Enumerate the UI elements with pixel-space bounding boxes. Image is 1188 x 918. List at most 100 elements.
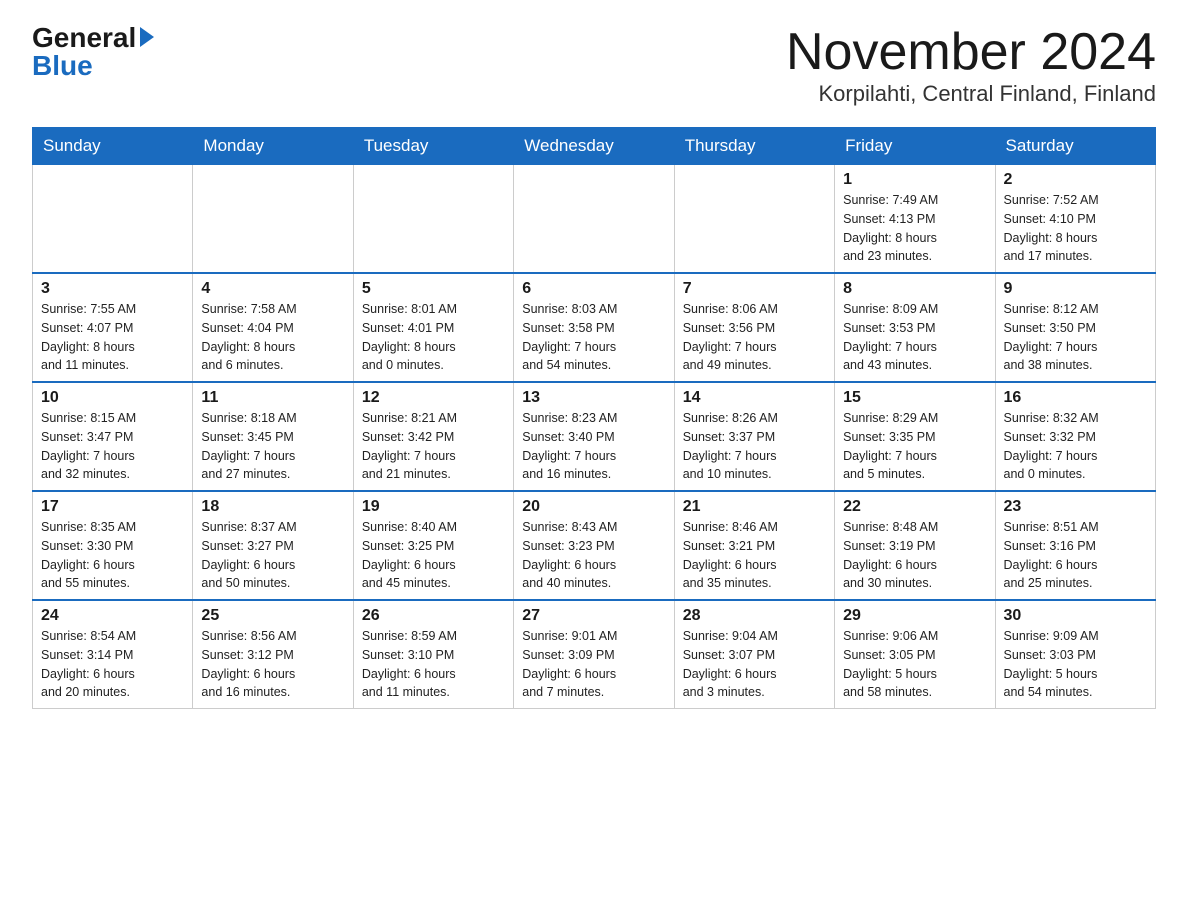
day-number: 18 [201, 498, 344, 516]
day-info: Sunrise: 7:58 AM Sunset: 4:04 PM Dayligh… [201, 300, 344, 375]
calendar-day-cell: 27 Sunrise: 9:01 AM Sunset: 3:09 PM Dayli… [514, 600, 674, 709]
logo-general-text: General [32, 24, 136, 52]
calendar-day-cell: 24Sunrise: 8:54 AM Sunset: 3:14 PM Dayli… [33, 600, 193, 709]
calendar-day-cell: 5 Sunrise: 8:01 AM Sunset: 4:01 PM Daylig… [353, 273, 513, 382]
day-info: Sunrise: 9:04 AM Sunset: 3:07 PM Dayligh… [683, 627, 826, 702]
calendar-day-cell: 17Sunrise: 8:35 AM Sunset: 3:30 PM Dayli… [33, 491, 193, 600]
day-info: Sunrise: 8:37 AM Sunset: 3:27 PM Dayligh… [201, 518, 344, 593]
calendar-day-cell: 20Sunrise: 8:43 AM Sunset: 3:23 PM Dayli… [514, 491, 674, 600]
weekday-header-thursday: Thursday [674, 128, 834, 165]
day-info: Sunrise: 9:01 AM Sunset: 3:09 PM Dayligh… [522, 627, 665, 702]
day-number: 6 [522, 280, 665, 298]
day-info: Sunrise: 8:15 AM Sunset: 3:47 PM Dayligh… [41, 409, 184, 484]
calendar-day-cell: 29 Sunrise: 9:06 AM Sunset: 3:05 PM Dayli… [835, 600, 995, 709]
title-section: November 2024 Korpilahti, Central Finlan… [786, 24, 1156, 107]
day-number: 28 [683, 607, 826, 625]
day-number: 24 [41, 607, 184, 625]
day-info: Sunrise: 8:32 AM Sunset: 3:32 PM Dayligh… [1004, 409, 1147, 484]
day-info: Sunrise: 8:06 AM Sunset: 3:56 PM Dayligh… [683, 300, 826, 375]
calendar-day-cell [193, 165, 353, 274]
day-info: Sunrise: 8:29 AM Sunset: 3:35 PM Dayligh… [843, 409, 986, 484]
calendar-day-cell [674, 165, 834, 274]
day-number: 12 [362, 389, 505, 407]
calendar-day-cell: 14Sunrise: 8:26 AM Sunset: 3:37 PM Dayli… [674, 382, 834, 491]
day-number: 22 [843, 498, 986, 516]
day-number: 19 [362, 498, 505, 516]
calendar-day-cell: 22 Sunrise: 8:48 AM Sunset: 3:19 PM Dayli… [835, 491, 995, 600]
calendar-day-cell: 9 Sunrise: 8:12 AM Sunset: 3:50 PM Daylig… [995, 273, 1155, 382]
day-info: Sunrise: 8:01 AM Sunset: 4:01 PM Dayligh… [362, 300, 505, 375]
day-number: 21 [683, 498, 826, 516]
calendar-day-cell [33, 165, 193, 274]
calendar-day-cell: 13Sunrise: 8:23 AM Sunset: 3:40 PM Dayli… [514, 382, 674, 491]
weekday-header-monday: Monday [193, 128, 353, 165]
day-info: Sunrise: 8:35 AM Sunset: 3:30 PM Dayligh… [41, 518, 184, 593]
day-number: 11 [201, 389, 344, 407]
day-number: 5 [362, 280, 505, 298]
day-info: Sunrise: 7:49 AM Sunset: 4:13 PM Dayligh… [843, 191, 986, 266]
calendar-week-row: 17Sunrise: 8:35 AM Sunset: 3:30 PM Dayli… [33, 491, 1156, 600]
calendar-day-cell: 11 Sunrise: 8:18 AM Sunset: 3:45 PM Dayli… [193, 382, 353, 491]
calendar-day-cell: 6 Sunrise: 8:03 AM Sunset: 3:58 PM Daylig… [514, 273, 674, 382]
weekday-header-row: SundayMondayTuesdayWednesdayThursdayFrid… [33, 128, 1156, 165]
day-number: 13 [522, 389, 665, 407]
day-number: 30 [1004, 607, 1147, 625]
day-info: Sunrise: 7:55 AM Sunset: 4:07 PM Dayligh… [41, 300, 184, 375]
day-info: Sunrise: 8:48 AM Sunset: 3:19 PM Dayligh… [843, 518, 986, 593]
calendar-day-cell: 7 Sunrise: 8:06 AM Sunset: 3:56 PM Daylig… [674, 273, 834, 382]
month-title: November 2024 [786, 24, 1156, 81]
weekday-header-sunday: Sunday [33, 128, 193, 165]
calendar-week-row: 1 Sunrise: 7:49 AM Sunset: 4:13 PM Daylig… [33, 165, 1156, 274]
day-info: Sunrise: 9:09 AM Sunset: 3:03 PM Dayligh… [1004, 627, 1147, 702]
weekday-header-saturday: Saturday [995, 128, 1155, 165]
day-info: Sunrise: 8:21 AM Sunset: 3:42 PM Dayligh… [362, 409, 505, 484]
calendar-day-cell: 12 Sunrise: 8:21 AM Sunset: 3:42 PM Dayli… [353, 382, 513, 491]
day-number: 25 [201, 607, 344, 625]
calendar-day-cell: 23Sunrise: 8:51 AM Sunset: 3:16 PM Dayli… [995, 491, 1155, 600]
calendar-day-cell: 1 Sunrise: 7:49 AM Sunset: 4:13 PM Daylig… [835, 165, 995, 274]
calendar-day-cell: 30 Sunrise: 9:09 AM Sunset: 3:03 PM Dayli… [995, 600, 1155, 709]
logo: General Blue [32, 24, 154, 80]
calendar-day-cell: 18 Sunrise: 8:37 AM Sunset: 3:27 PM Dayli… [193, 491, 353, 600]
day-number: 1 [843, 171, 986, 189]
calendar-day-cell: 3Sunrise: 7:55 AM Sunset: 4:07 PM Daylig… [33, 273, 193, 382]
day-info: Sunrise: 8:12 AM Sunset: 3:50 PM Dayligh… [1004, 300, 1147, 375]
day-number: 26 [362, 607, 505, 625]
calendar-day-cell [514, 165, 674, 274]
day-number: 2 [1004, 171, 1147, 189]
day-number: 27 [522, 607, 665, 625]
day-number: 20 [522, 498, 665, 516]
day-number: 16 [1004, 389, 1147, 407]
calendar-day-cell: 15 Sunrise: 8:29 AM Sunset: 3:35 PM Dayli… [835, 382, 995, 491]
day-number: 7 [683, 280, 826, 298]
weekday-header-tuesday: Tuesday [353, 128, 513, 165]
calendar-table: SundayMondayTuesdayWednesdayThursdayFrid… [32, 127, 1156, 709]
page-header: General Blue November 2024 Korpilahti, C… [32, 24, 1156, 107]
day-number: 29 [843, 607, 986, 625]
calendar-day-cell: 10 Sunrise: 8:15 AM Sunset: 3:47 PM Dayli… [33, 382, 193, 491]
day-info: Sunrise: 8:59 AM Sunset: 3:10 PM Dayligh… [362, 627, 505, 702]
day-number: 15 [843, 389, 986, 407]
day-number: 9 [1004, 280, 1147, 298]
day-info: Sunrise: 8:18 AM Sunset: 3:45 PM Dayligh… [201, 409, 344, 484]
calendar-day-cell: 21 Sunrise: 8:46 AM Sunset: 3:21 PM Dayli… [674, 491, 834, 600]
calendar-day-cell: 19 Sunrise: 8:40 AM Sunset: 3:25 PM Dayli… [353, 491, 513, 600]
location-title: Korpilahti, Central Finland, Finland [786, 81, 1156, 107]
day-info: Sunrise: 8:46 AM Sunset: 3:21 PM Dayligh… [683, 518, 826, 593]
day-number: 8 [843, 280, 986, 298]
calendar-day-cell: 26 Sunrise: 8:59 AM Sunset: 3:10 PM Dayli… [353, 600, 513, 709]
calendar-week-row: 10 Sunrise: 8:15 AM Sunset: 3:47 PM Dayli… [33, 382, 1156, 491]
day-info: Sunrise: 8:56 AM Sunset: 3:12 PM Dayligh… [201, 627, 344, 702]
weekday-header-wednesday: Wednesday [514, 128, 674, 165]
day-number: 4 [201, 280, 344, 298]
day-info: Sunrise: 8:03 AM Sunset: 3:58 PM Dayligh… [522, 300, 665, 375]
day-number: 10 [41, 389, 184, 407]
day-info: Sunrise: 8:40 AM Sunset: 3:25 PM Dayligh… [362, 518, 505, 593]
calendar-day-cell: 2Sunrise: 7:52 AM Sunset: 4:10 PM Daylig… [995, 165, 1155, 274]
day-number: 14 [683, 389, 826, 407]
calendar-day-cell: 16 Sunrise: 8:32 AM Sunset: 3:32 PM Dayli… [995, 382, 1155, 491]
calendar-day-cell: 8Sunrise: 8:09 AM Sunset: 3:53 PM Daylig… [835, 273, 995, 382]
day-info: Sunrise: 9:06 AM Sunset: 3:05 PM Dayligh… [843, 627, 986, 702]
day-info: Sunrise: 8:51 AM Sunset: 3:16 PM Dayligh… [1004, 518, 1147, 593]
logo-blue-text: Blue [32, 52, 93, 80]
